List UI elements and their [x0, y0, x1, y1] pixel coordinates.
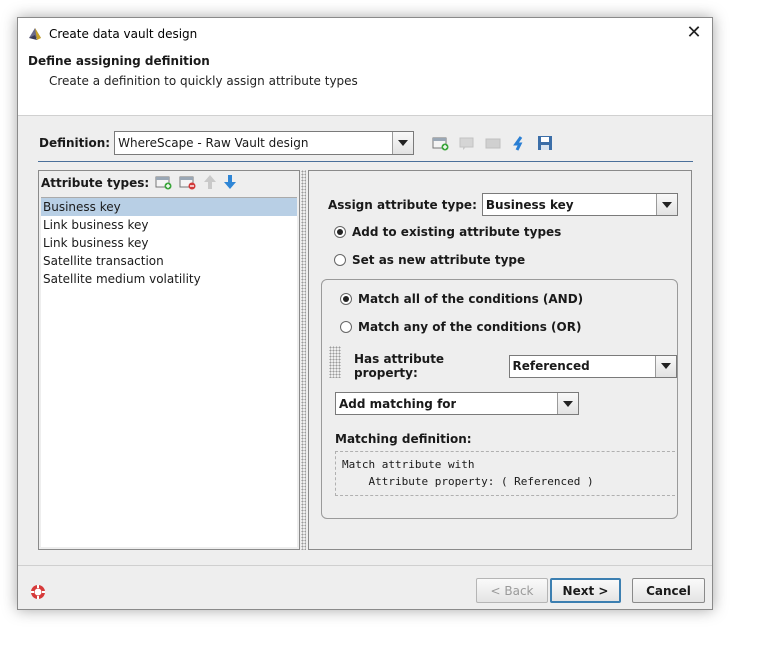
- definition-select[interactable]: WhereScape - Raw Vault design: [114, 131, 415, 155]
- assign-type-select[interactable]: Business key: [481, 193, 678, 216]
- radio-match-any[interactable]: Match any of the conditions (OR): [340, 320, 581, 334]
- radio-match-any-button[interactable]: [340, 321, 352, 333]
- definition-separator: [38, 161, 693, 162]
- definition-value: WhereScape - Raw Vault design: [118, 136, 309, 150]
- next-button[interactable]: Next >: [550, 578, 621, 603]
- attribute-types-panel: Attribute types: Business key Link busin…: [38, 170, 300, 550]
- title-bar: Create data vault design ✕: [18, 18, 712, 49]
- matching-def-line1: Match attribute with: [342, 458, 475, 471]
- assign-row: Assign attribute type: Business key: [328, 193, 678, 216]
- split-pane-divider[interactable]: [301, 170, 306, 550]
- list-item[interactable]: Link business key: [41, 234, 297, 252]
- cancel-button[interactable]: Cancel: [632, 578, 705, 603]
- header-title: Define assigning definition: [28, 54, 210, 68]
- definition-label: Definition:: [39, 136, 111, 150]
- matching-def-line2: Attribute property: ( Referenced ): [342, 475, 594, 488]
- assignment-panel: Assign attribute type: Business key Add …: [308, 170, 692, 550]
- move-down-icon[interactable]: [223, 174, 237, 193]
- refresh-icon[interactable]: [510, 135, 528, 151]
- matching-def-label: Matching definition:: [335, 432, 472, 446]
- move-up-icon[interactable]: [203, 174, 217, 193]
- chevron-down-icon[interactable]: [557, 393, 578, 414]
- definition-row: Definition: WhereScape - Raw Vault desig…: [39, 130, 699, 156]
- header-subtitle: Create a definition to quickly assign at…: [49, 74, 358, 88]
- back-button[interactable]: < Back: [476, 578, 548, 603]
- close-icon[interactable]: ✕: [684, 23, 704, 43]
- attribute-types-label: Attribute types:: [41, 176, 150, 190]
- radio-match-all[interactable]: Match all of the conditions (AND): [340, 292, 583, 306]
- help-lifebuoy-icon[interactable]: [30, 584, 46, 600]
- assign-label: Assign attribute type:: [328, 197, 477, 212]
- match-all-label: Match all of the conditions (AND): [358, 292, 584, 306]
- definition-toolbar: [432, 135, 554, 151]
- list-item[interactable]: Satellite medium volatility: [41, 270, 297, 288]
- radio-existing[interactable]: Add to existing attribute types: [334, 225, 561, 239]
- add-matching-value: Add matching for: [339, 396, 457, 411]
- message-icon[interactable]: [484, 135, 502, 151]
- property-value: Referenced: [512, 359, 590, 373]
- radio-new-label: Set as new attribute type: [352, 253, 526, 267]
- remove-attribute-type-icon[interactable]: [179, 174, 197, 193]
- add-definition-icon[interactable]: [432, 135, 450, 151]
- app-logo-icon: [29, 27, 41, 40]
- matching-definition-text: Match attribute with Attribute property:…: [335, 451, 675, 496]
- add-matching-row: Add matching for: [335, 392, 579, 415]
- radio-new[interactable]: Set as new attribute type: [334, 253, 525, 267]
- list-item[interactable]: Link business key: [41, 216, 297, 234]
- chevron-down-icon[interactable]: [392, 132, 414, 154]
- conditions-box: Match all of the conditions (AND) Match …: [321, 279, 678, 519]
- condition-drag-handle[interactable]: [329, 346, 341, 378]
- chevron-down-icon[interactable]: [655, 194, 677, 215]
- property-label: Has attribute property:: [354, 352, 445, 380]
- radio-new-button[interactable]: [334, 254, 346, 266]
- match-any-label: Match any of the conditions (OR): [358, 320, 582, 334]
- attribute-types-list: Business key Link business key Link busi…: [41, 197, 297, 547]
- window-title: Create data vault design: [49, 26, 198, 41]
- add-attribute-type-icon[interactable]: [155, 174, 173, 193]
- comment-icon[interactable]: [458, 135, 476, 151]
- radio-match-all-button[interactable]: [340, 293, 352, 305]
- property-row: Has attribute property: Referenced: [354, 352, 677, 380]
- matching-def-header: Matching definition:: [335, 432, 472, 446]
- radio-existing-label: Add to existing attribute types: [352, 225, 562, 239]
- attribute-types-header: Attribute types:: [39, 171, 299, 195]
- list-item[interactable]: Satellite transaction: [41, 252, 297, 270]
- add-matching-select[interactable]: Add matching for: [335, 392, 579, 415]
- chevron-down-icon[interactable]: [655, 355, 676, 377]
- dialog-window: Create data vault design ✕ Define assign…: [17, 17, 713, 610]
- save-icon[interactable]: [536, 135, 554, 151]
- radio-existing-button[interactable]: [334, 226, 346, 238]
- property-select[interactable]: Referenced: [508, 354, 677, 378]
- list-item[interactable]: Business key: [41, 198, 297, 216]
- wizard-header: Define assigning definition Create a def…: [18, 49, 712, 116]
- footer-separator: [18, 565, 712, 566]
- assign-type-value: Business key: [485, 197, 574, 212]
